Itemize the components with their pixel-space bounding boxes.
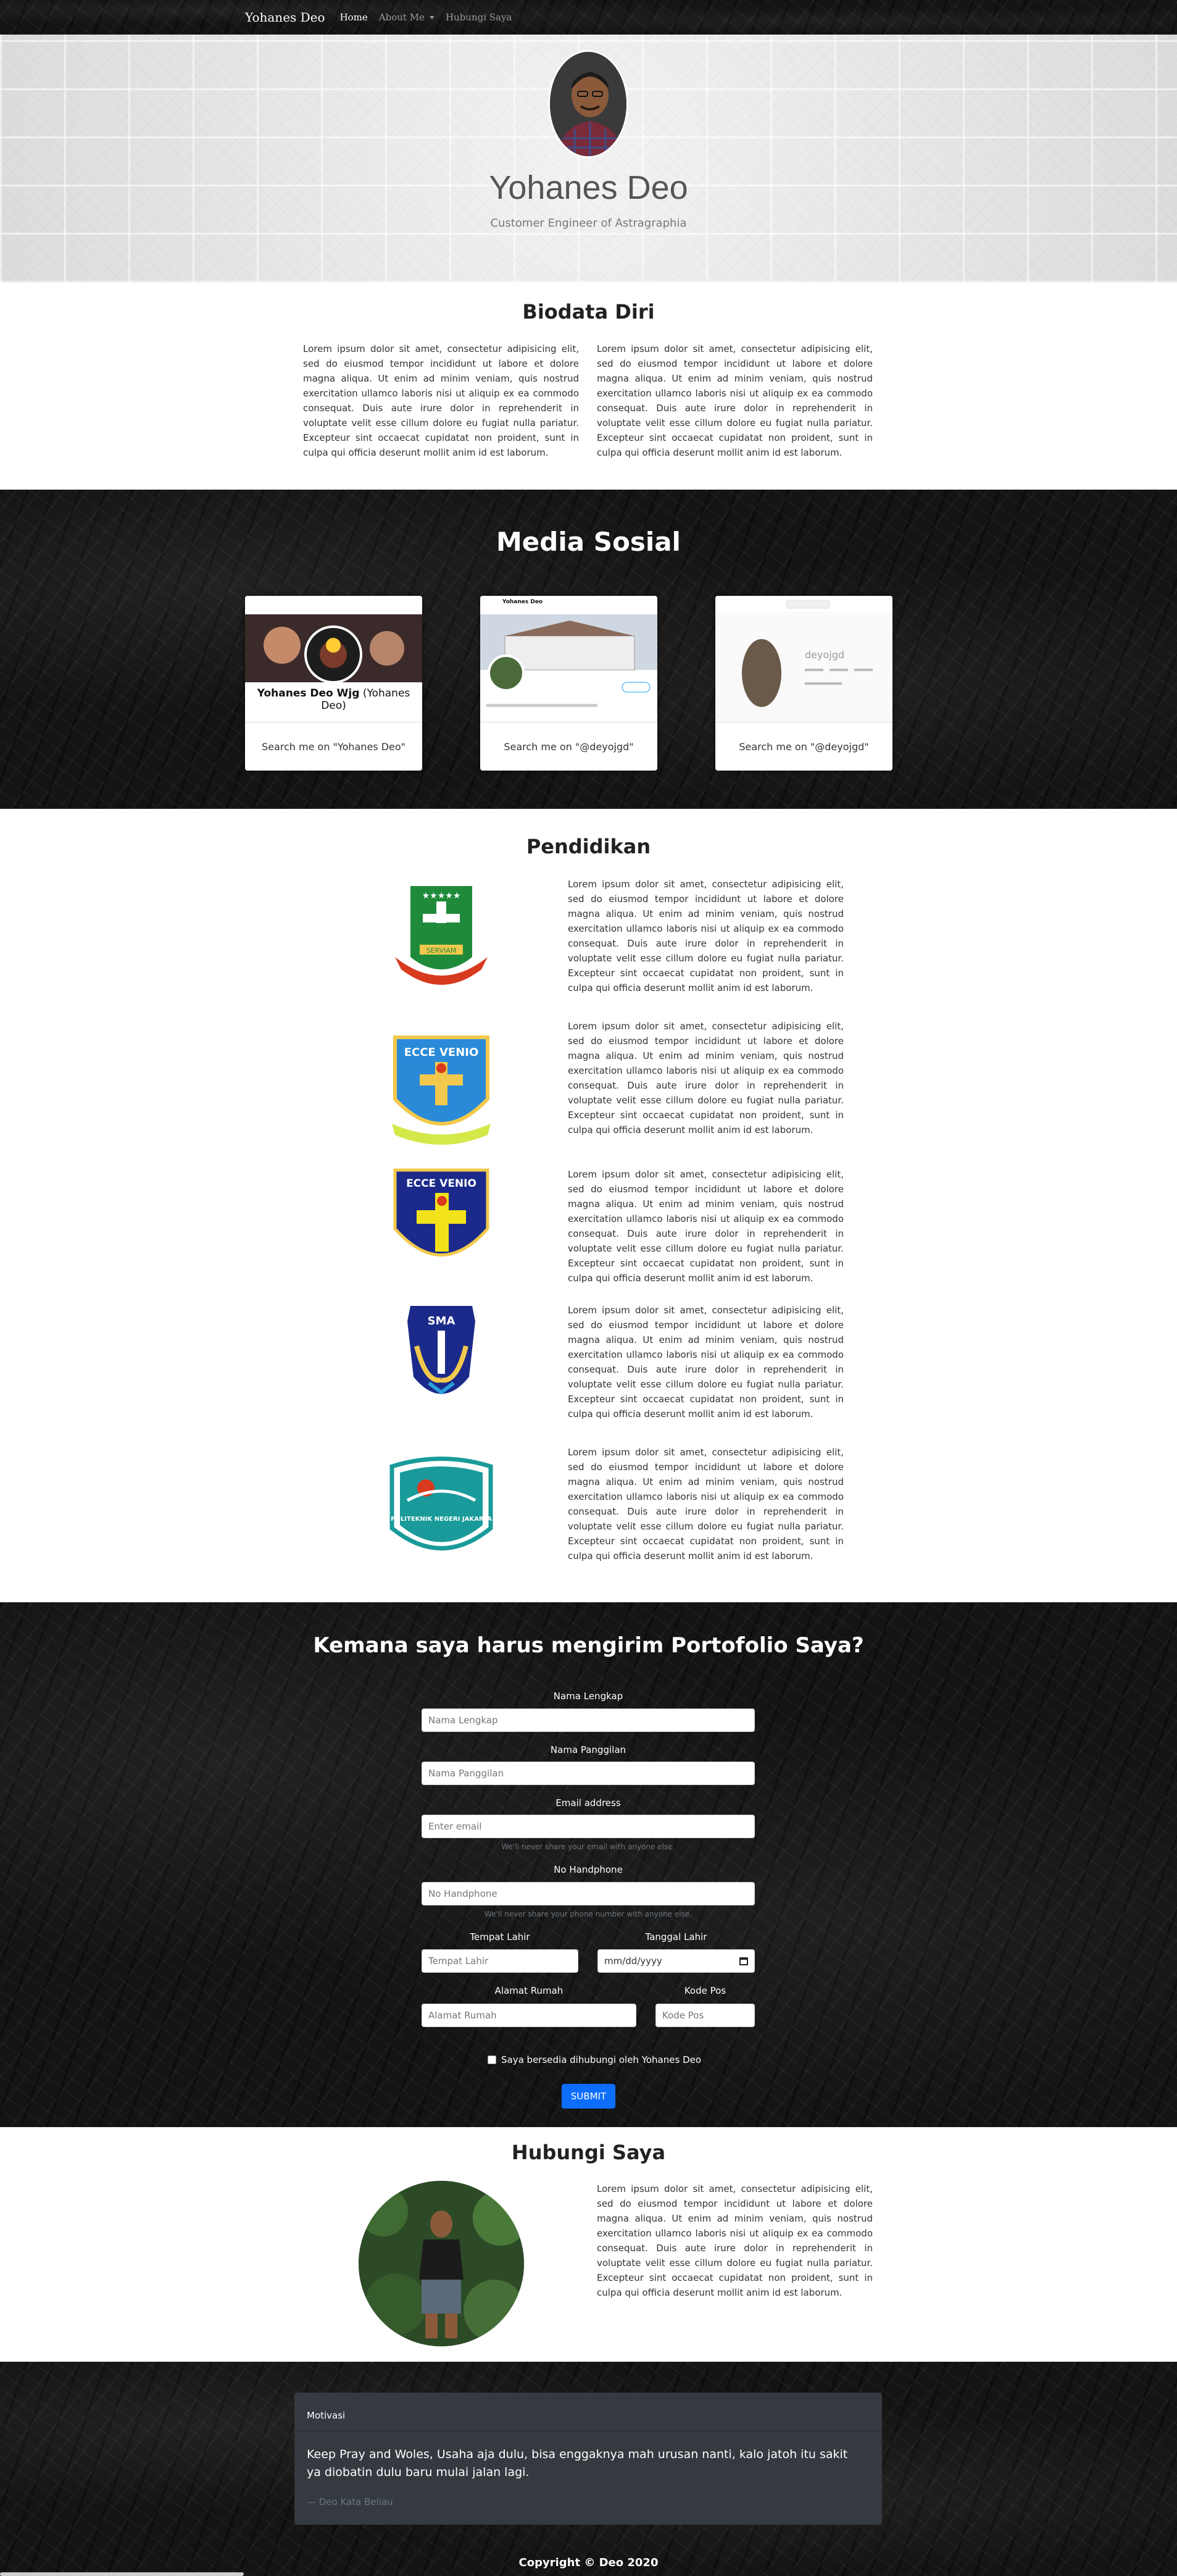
nav-hubungi-saya[interactable]: Hubungi Saya [446,12,512,23]
footer: Motivasi Keep Pray and Woles, Usaha aja … [0,2362,1177,2576]
motivation-quote: Keep Pray and Woles, Usaha aja dulu, bis… [307,2448,848,2479]
biodata-section: Biodata Diri Lorem ipsum dolor sit amet,… [0,283,1177,490]
alamat-input[interactable] [422,2004,636,2027]
hero-section: Yohanes Deo Customer Engineer of Astragr… [0,35,1177,283]
biodata-text-right: Lorem ipsum dolor sit amet, consectetur … [597,343,873,458]
sma-crest-icon: SMA [383,1303,500,1420]
nav-about-me-label: About Me [378,12,425,23]
email-hint: We'll never share your email with anyone… [501,1842,675,1851]
contact-photo [359,2181,524,2346]
education-item-text: Lorem ipsum dolor sit amet, consectetur … [568,1169,844,1284]
divider [294,2431,882,2432]
tanggal-lahir-placeholder: mm/dd/yyyy [604,1955,662,1967]
nama-panggilan-input[interactable] [422,1762,755,1785]
education-item-text: Lorem ipsum dolor sit amet, consectetur … [568,1447,844,1562]
chevron-down-icon [429,15,435,19]
instagram-screenshot: deyojgd [715,596,892,722]
kode-pos-input[interactable] [655,2004,755,2027]
biodata-text-left: Lorem ipsum dolor sit amet, consectetur … [303,343,579,458]
submit-button[interactable]: SUBMIT [562,2084,615,2109]
education-section: Pendidikan ★★★★★ SERVIAM Lorem ipsum dol… [0,809,1177,1602]
tanggal-lahir-label: Tanggal Lahir [645,1931,707,1942]
twitter-screenshot: Yohanes Deo [480,596,657,722]
contact-section: Hubungi Saya Lorem ipsum dolor sit amet,… [0,2127,1177,2362]
education-item-text: Lorem ipsum dolor sit amet, consectetur … [568,1305,844,1420]
twitter-card-caption: Search me on "@deyojgd" [504,740,634,753]
facebook-profile-name: Yohanes Deo Wjg [257,687,360,700]
nav-about-me-dropdown[interactable]: About Me [379,12,435,23]
form-title: Kemana saya harus mengirim Portofolio Sa… [313,1633,864,1658]
instagram-username: deyojgd [805,649,845,661]
education-logo-text: SERVIAM [426,947,457,955]
education-logo-text: ECCE VENIO [406,1177,476,1190]
phone-label: No Handphone [554,1864,623,1875]
education-item-text: Lorem ipsum dolor sit amet, consectetur … [568,1021,844,1135]
alamat-label: Alamat Rumah [494,1985,564,1996]
phone-hint: We'll never share your phone number with… [484,1910,692,1918]
education-title: Pendidikan [526,835,651,858]
svg-text:★★★★★: ★★★★★ [422,891,461,901]
instagram-card[interactable]: deyojgd Search me on "@deyojgd" [715,596,892,771]
motivation-title: Motivasi [307,2410,346,2421]
instagram-card-caption: Search me on "@deyojgd" [739,740,869,753]
contact-text: Lorem ipsum dolor sit amet, consectetur … [597,2183,873,2298]
consent-label[interactable]: Saya bersedia dihubungi oleh Yohanes Deo [501,2054,701,2065]
nama-panggilan-label: Nama Panggilan [550,1744,626,1755]
facebook-screenshot: Yohanes Deo Wjg (Yohanes Deo) [245,596,422,722]
motivation-card: Motivasi Keep Pray and Woles, Usaha aja … [294,2393,882,2525]
education-logo-text: POLITEKNIK NEGERI JAKARTA [391,1516,492,1523]
copyright: Copyright © Deo 2020 [518,2556,659,2569]
phone-input[interactable] [422,1882,755,1905]
twitter-card[interactable]: Yohanes Deo Search me on "@deyojgd" [480,596,657,771]
facebook-card[interactable]: Yohanes Deo Wjg (Yohanes Deo) Search me … [245,596,422,771]
portfolio-form-section: Kemana saya harus mengirim Portofolio Sa… [0,1602,1177,2127]
facebook-card-caption: Search me on "Yohanes Deo" [261,740,406,753]
serviam-crest-icon: ★★★★★ SERVIAM [383,877,500,994]
navbar: Yohanes Deo Home About Me Hubungi Saya [0,0,1177,35]
nama-lengkap-label: Nama Lengkap [553,1691,623,1702]
motivation-author: — Deo Kata Beliau [307,2496,393,2507]
education-item-text: Lorem ipsum dolor sit amet, consectetur … [568,879,844,993]
nav-home[interactable]: Home [340,12,368,23]
tanggal-lahir-input[interactable]: mm/dd/yyyy [597,1949,755,1973]
email-label: Email address [555,1797,621,1809]
ecce-venio-smp-crest-icon: ECCE VENIO [383,1167,500,1284]
politeknik-negeri-jakarta-crest-icon: POLITEKNIK NEGERI JAKARTA [383,1454,500,1571]
kode-pos-label: Kode Pos [684,1985,726,1996]
tempat-lahir-input[interactable] [422,1949,578,1973]
nama-lengkap-input[interactable] [422,1708,755,1732]
navbar-brand[interactable]: Yohanes Deo [245,10,325,25]
tempat-lahir-label: Tempat Lahir [470,1931,530,1942]
social-title: Media Sosial [496,527,681,557]
horizontal-scrollbar[interactable] [0,2572,244,2576]
education-logo-text: SMA [428,1315,455,1328]
consent-checkbox[interactable] [488,2055,496,2064]
calendar-icon[interactable] [739,1957,748,1965]
email-input[interactable] [422,1815,755,1838]
social-section: Media Sosial Yohanes Deo Wjg (Yohanes De… [0,490,1177,809]
profile-avatar [548,50,628,158]
ecce-venio-sd-crest-icon: ECCE VENIO [383,1031,500,1148]
education-logo-text: ECCE VENIO [404,1046,479,1059]
hero-role: Customer Engineer of Astragraphia [490,217,687,230]
contact-title: Hubungi Saya [511,2141,666,2164]
hero-name: Yohanes Deo [489,169,688,206]
biodata-title: Biodata Diri [522,300,655,324]
consent-row: Saya bersedia dihubungi oleh Yohanes Deo [488,2054,701,2065]
twitter-profile-name: Yohanes Deo [502,599,543,605]
